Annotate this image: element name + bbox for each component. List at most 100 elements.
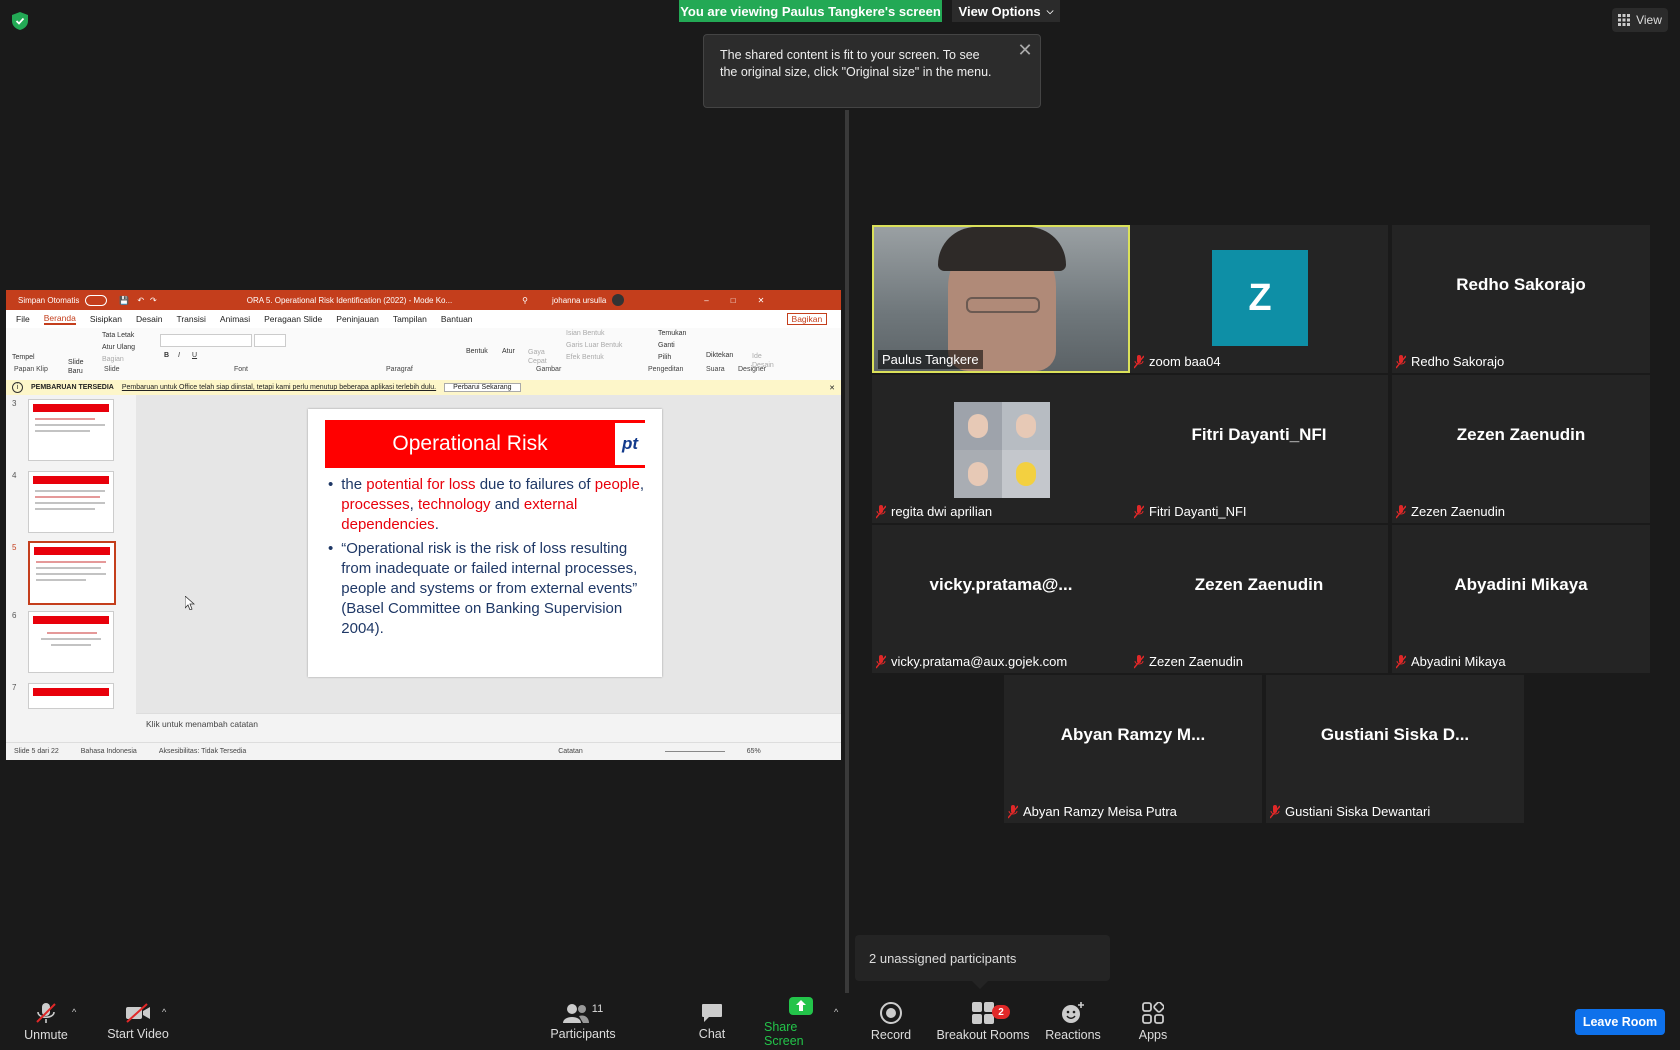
video-tile-zezen-zaenudin-2[interactable]: Zezen Zaenudin Zezen Zaenudin: [1130, 525, 1388, 673]
accessibility-status[interactable]: Aksesibilitas: Tidak Tersedia: [159, 748, 246, 755]
bentuk-button[interactable]: Bentuk: [466, 348, 488, 355]
participant-display-name: Abyan Ramzy M...: [1060, 725, 1206, 744]
tab-beranda[interactable]: Beranda: [43, 313, 76, 325]
gaya-cepat-button[interactable]: Gaya Cepat: [528, 348, 550, 366]
bullet-marker: •: [328, 540, 334, 557]
unassigned-participants-popup[interactable]: 2 unassigned participants: [855, 935, 1110, 981]
record-button[interactable]: Record: [866, 993, 916, 1050]
audio-options-caret-icon[interactable]: ^: [72, 1007, 76, 1017]
participants-icon: [562, 1003, 589, 1023]
minimize-icon[interactable]: –: [704, 296, 708, 305]
notes-pane[interactable]: Klik untuk menambah catatan: [136, 713, 841, 733]
language-status[interactable]: Bahasa Indonesia: [81, 748, 137, 755]
tab-desain[interactable]: Desain: [136, 314, 162, 324]
font-size-select[interactable]: [254, 334, 286, 347]
tab-transisi[interactable]: Transisi: [176, 314, 205, 324]
tempel-button[interactable]: Tempel: [12, 354, 35, 361]
video-tile-zezen-zaenudin-1[interactable]: Zezen Zaenudin Zezen Zaenudin: [1392, 375, 1650, 523]
share-doc-button[interactable]: Bagikan: [786, 313, 828, 325]
save-icon[interactable]: 💾: [119, 296, 129, 305]
video-tile-vicky-pratama[interactable]: vicky.pratama@... vicky.pratama@aux.goje…: [872, 525, 1130, 673]
italic-icon[interactable]: I: [178, 352, 180, 359]
underline-icon[interactable]: U: [192, 352, 197, 359]
video-tile-abyadini-mikaya[interactable]: Abyadini Mikaya Abyadini Mikaya: [1392, 525, 1650, 673]
video-tile-gustiani-siska[interactable]: Gustiani Siska D... Gustiani Siska Dewan…: [1266, 675, 1524, 823]
temukan-button[interactable]: Temukan: [658, 330, 686, 337]
start-video-button[interactable]: Start Video: [100, 993, 176, 1050]
reactions-button[interactable]: Reactions: [1045, 993, 1101, 1050]
share-screen-icon: [789, 996, 813, 1015]
zoom-slider[interactable]: [664, 751, 725, 752]
atur-button[interactable]: Atur: [502, 348, 515, 355]
video-tile-regita-dwi-aprilian[interactable]: regita dwi aprilian: [872, 375, 1130, 523]
security-shield-icon[interactable]: [12, 12, 28, 30]
participants-button[interactable]: 11 Participants: [549, 993, 617, 1050]
group-suara: Suara: [706, 366, 725, 373]
isian-bentuk-button[interactable]: Isian Bentuk: [566, 330, 605, 337]
atur-ulang-button[interactable]: Atur Ulang: [102, 344, 135, 351]
tab-animasi[interactable]: Animasi: [220, 314, 250, 324]
participant-name-label: Zezen Zaenudin: [1396, 502, 1505, 521]
tab-peninjauan[interactable]: Peninjauan: [336, 314, 379, 324]
share-screen-button[interactable]: Share Screen: [764, 993, 838, 1050]
apps-button[interactable]: Apps: [1137, 993, 1169, 1050]
mic-muted-icon: [1396, 504, 1406, 518]
tab-peragaan-slide[interactable]: Peragaan Slide: [264, 314, 322, 324]
video-tile-zoom-baa04[interactable]: Z zoom baa04: [1130, 225, 1388, 373]
undo-icon[interactable]: ↶: [137, 296, 144, 305]
notice-label: PEMBARUAN TERSEDIA: [31, 384, 114, 391]
notes-toggle[interactable]: Catatan: [558, 748, 583, 755]
thumb-number: 3: [12, 399, 17, 408]
current-slide[interactable]: Operational Risk pt • the potential for …: [308, 409, 662, 677]
autosave-toggle[interactable]: [85, 294, 108, 306]
bold-icon[interactable]: B: [164, 352, 169, 359]
chat-button[interactable]: Chat: [690, 993, 734, 1050]
video-options-caret-icon[interactable]: ^: [162, 1007, 166, 1017]
leave-room-button[interactable]: Leave Room: [1575, 1009, 1665, 1035]
slide-thumbnail-4[interactable]: [28, 471, 114, 533]
tab-file[interactable]: File: [16, 314, 30, 324]
maximize-icon[interactable]: □: [731, 296, 736, 305]
slide-baru-button[interactable]: Slide Baru: [68, 358, 92, 376]
slide-thumbnail-6[interactable]: [28, 611, 114, 673]
slide-thumbnail-5[interactable]: [28, 541, 116, 605]
participant-name-label: Gustiani Siska Dewantari: [1270, 802, 1430, 821]
tab-bantuan[interactable]: Bantuan: [441, 314, 473, 324]
search-icon[interactable]: ⚲: [522, 296, 528, 305]
garis-luar-bentuk-button[interactable]: Garis Luar Bentuk: [566, 342, 622, 349]
pilih-button[interactable]: Pilih: [658, 354, 671, 361]
update-now-button[interactable]: Perbarui Sekarang: [444, 383, 521, 392]
video-tile-active-speaker[interactable]: Paulus Tangkere: [872, 225, 1130, 373]
split-divider[interactable]: [845, 110, 849, 998]
tata-letak-button[interactable]: Tata Letak: [102, 332, 134, 339]
tab-tampilan[interactable]: Tampilan: [393, 314, 427, 324]
zoom-level[interactable]: 65%: [747, 748, 761, 755]
video-tile-fitri-dayanti[interactable]: Fitri Dayanti_NFI Fitri Dayanti_NFI: [1130, 375, 1388, 523]
slide-thumbnail-7[interactable]: [28, 683, 114, 709]
user-avatar[interactable]: [612, 294, 625, 306]
share-options-caret-icon[interactable]: ^: [834, 1007, 838, 1017]
breakout-rooms-button[interactable]: Breakout Rooms: [936, 993, 1030, 1050]
efek-bentuk-button[interactable]: Efek Bentuk: [566, 354, 604, 361]
tab-sisipkan[interactable]: Sisipkan: [90, 314, 122, 324]
participant-display-name: Zezen Zaenudin: [1456, 425, 1586, 444]
ganti-button[interactable]: Ganti: [658, 342, 675, 349]
bagian-button[interactable]: Bagian: [102, 356, 124, 363]
close-icon[interactable]: ✕: [1013, 40, 1037, 60]
font-family-select[interactable]: [160, 334, 252, 347]
video-tile-abyan-ramzy[interactable]: Abyan Ramzy M... Abyan Ramzy Meisa Putra: [1004, 675, 1262, 823]
redo-icon[interactable]: ↷: [150, 296, 157, 305]
view-options-button[interactable]: View Options ⌵: [952, 0, 1060, 22]
participants-label: Participants: [550, 1026, 616, 1041]
diktekan-button[interactable]: Diktekan: [706, 352, 733, 359]
slide-thumbnail-3[interactable]: [28, 399, 114, 461]
close-window-icon[interactable]: ✕: [758, 296, 765, 305]
close-notice-icon[interactable]: ✕: [829, 384, 835, 392]
unmute-button[interactable]: Unmute: [22, 993, 70, 1050]
autosave-label: Simpan Otomatis: [18, 295, 80, 305]
view-button[interactable]: View: [1612, 8, 1668, 32]
unassigned-text: 2 unassigned participants: [869, 950, 1017, 966]
profile-picture: [954, 402, 1050, 498]
mic-muted-icon: [1270, 804, 1280, 818]
video-tile-redho-sakorajo[interactable]: Redho Sakorajo Redho Sakorajo: [1392, 225, 1650, 373]
